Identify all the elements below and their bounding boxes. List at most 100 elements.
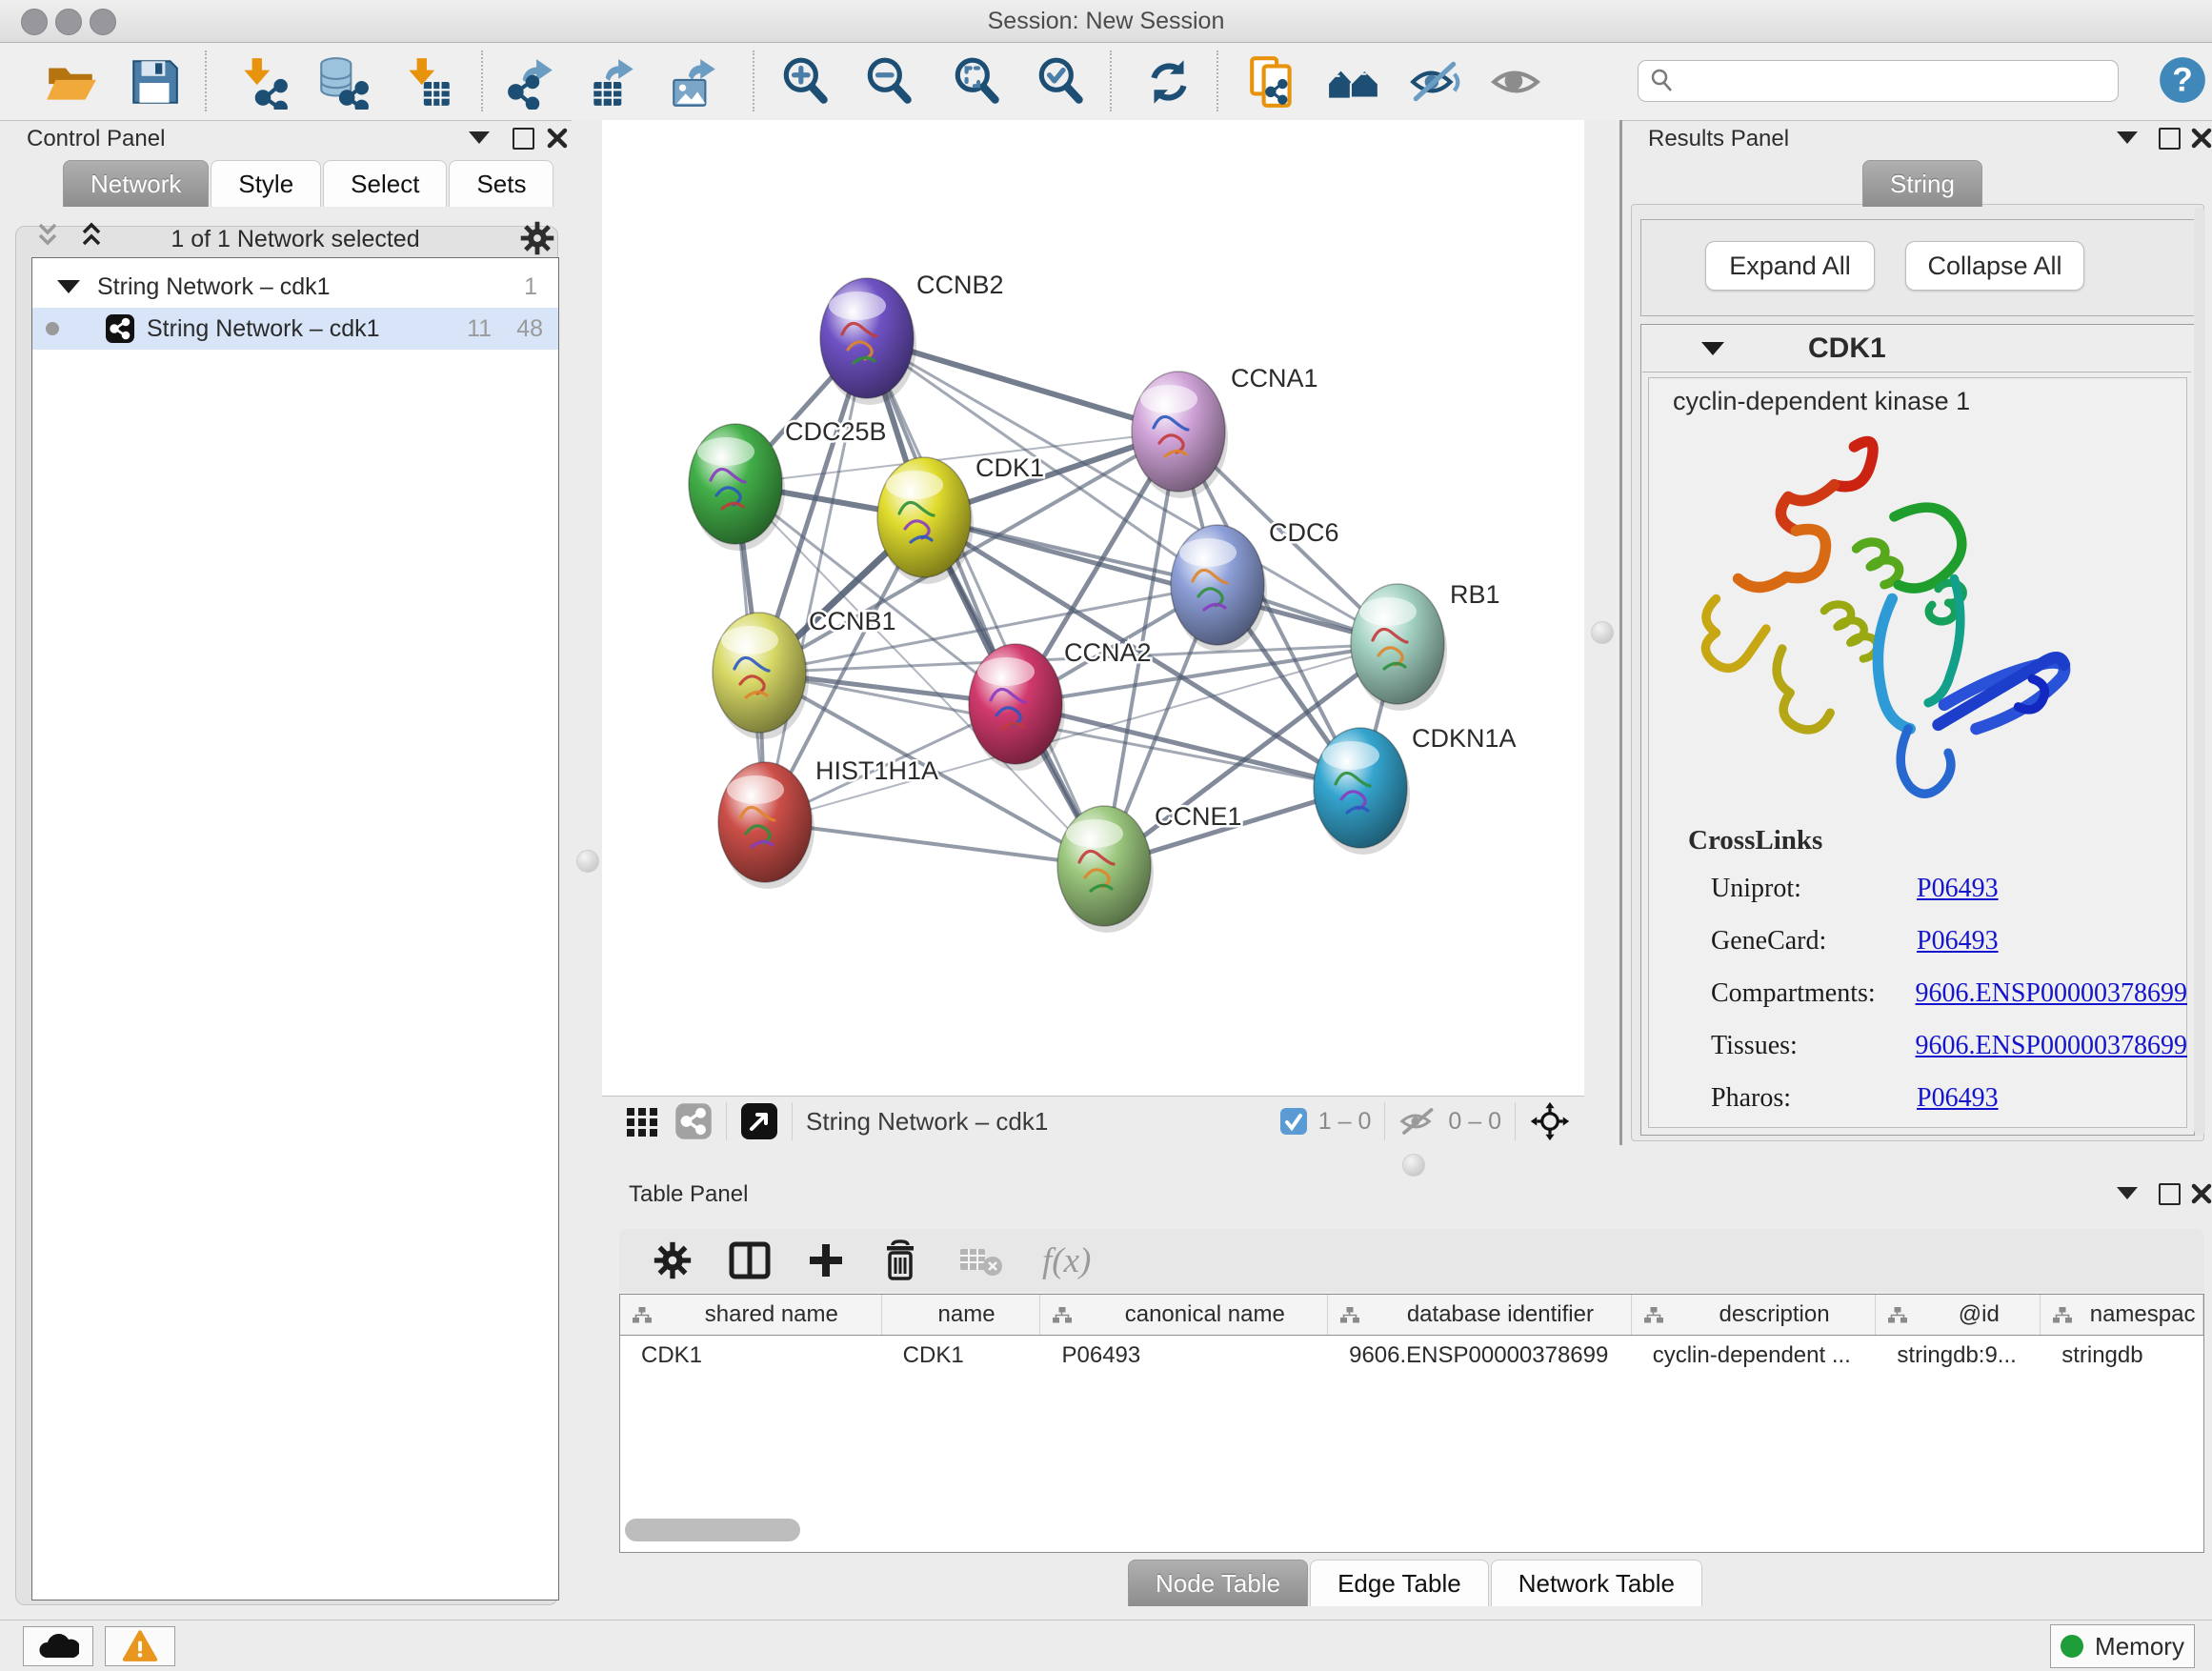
import-table-file-icon[interactable]: [400, 54, 455, 110]
open-session-icon[interactable]: [43, 54, 98, 110]
export-table-icon[interactable]: [586, 54, 641, 110]
network-node-CCNB2[interactable]: [820, 278, 916, 405]
table-panel-float-icon[interactable]: [2159, 1183, 2181, 1205]
horizontal-splitter-handle[interactable]: [1402, 1154, 1425, 1177]
memory-button[interactable]: Memory: [2050, 1624, 2195, 1668]
add-column-icon[interactable]: [806, 1240, 846, 1280]
refresh-icon[interactable]: [1141, 54, 1196, 110]
selected-checkbox-icon[interactable]: [1278, 1106, 1309, 1137]
gene-entry-header[interactable]: CDK1: [1642, 326, 2191, 372]
right-splitter[interactable]: [1584, 120, 1619, 1096]
help-icon[interactable]: ?: [2155, 52, 2210, 108]
results-panel-close-icon[interactable]: [2191, 128, 2212, 149]
tree-expand-icon[interactable]: [57, 280, 80, 293]
crosslink-link[interactable]: P06493: [1917, 874, 1999, 904]
string-document-icon[interactable]: [1246, 54, 1301, 110]
grid-view-icon[interactable]: [623, 1102, 661, 1140]
table-cell[interactable]: CDK1: [882, 1336, 1041, 1376]
zoom-fit-icon[interactable]: [950, 54, 1005, 110]
network-node-CDC6[interactable]: [1171, 525, 1267, 652]
show-panel-eye-icon[interactable]: [1488, 54, 1543, 110]
network-canvas[interactable]: CCNB2CCNA1CDC25BCDK1CDC6RB1CCNB1CCNA2CDK…: [602, 120, 1584, 1096]
collapse-all-chevron-icon[interactable]: [36, 221, 76, 250]
tab-node-table[interactable]: Node Table: [1128, 1560, 1308, 1606]
column-header-database-identifier[interactable]: database identifier: [1328, 1295, 1632, 1335]
tab-edge-table[interactable]: Edge Table: [1310, 1560, 1489, 1606]
node-table[interactable]: shared namenamecanonical namedatabase id…: [619, 1294, 2204, 1553]
network-node-CCNB1[interactable]: [713, 613, 809, 739]
network-collection-row[interactable]: String Network – cdk1 1: [32, 266, 558, 308]
tab-network[interactable]: Network: [63, 160, 209, 207]
warning-status-button[interactable]: [105, 1626, 175, 1666]
function-builder-icon[interactable]: f(x): [1042, 1240, 1091, 1281]
column-header-description[interactable]: description: [1632, 1295, 1877, 1335]
network-node-CCNE1[interactable]: [1057, 806, 1154, 933]
network-row-selected[interactable]: String Network – cdk1 11 48: [32, 308, 558, 350]
control-panel-float-icon[interactable]: [513, 128, 534, 150]
cloud-status-button[interactable]: [23, 1626, 93, 1666]
right-splitter-handle[interactable]: [1591, 621, 1614, 644]
control-panel-close-icon[interactable]: [547, 128, 568, 149]
table-panel-collapse-icon[interactable]: [2117, 1187, 2138, 1199]
control-panel-collapse-icon[interactable]: [469, 131, 490, 144]
table-cell[interactable]: P06493: [1040, 1336, 1328, 1376]
table-cell[interactable]: stringdb: [2041, 1336, 2203, 1376]
collapse-all-button[interactable]: Collapse All: [1905, 241, 2084, 291]
results-panel-float-icon[interactable]: [2159, 128, 2181, 150]
table-horizontal-scrollbar[interactable]: [625, 1519, 800, 1541]
network-node-RB1[interactable]: [1351, 584, 1447, 711]
search-box[interactable]: [1638, 60, 2119, 102]
network-node-CDKN1A[interactable]: [1314, 728, 1410, 855]
network-node-CCNA1[interactable]: [1132, 372, 1228, 498]
import-network-database-icon[interactable]: [314, 54, 370, 110]
table-cell[interactable]: stringdb:9...: [1876, 1336, 2041, 1376]
hide-panel-eye-slash-icon[interactable]: [1408, 54, 1463, 110]
tab-style[interactable]: Style: [211, 160, 321, 207]
delete-column-trash-icon[interactable]: [880, 1239, 920, 1281]
detach-view-icon[interactable]: [740, 1102, 778, 1140]
expand-all-chevron-icon[interactable]: [80, 221, 120, 250]
tab-string[interactable]: String: [1862, 160, 1982, 207]
save-session-icon[interactable]: [127, 54, 182, 110]
table-cell[interactable]: cyclin-dependent ...: [1632, 1336, 1877, 1376]
table-header-row[interactable]: shared namenamecanonical namedatabase id…: [620, 1295, 2203, 1336]
crosslink-link[interactable]: P06493: [1917, 1083, 1999, 1114]
network-node-CCNA2[interactable]: [969, 644, 1065, 771]
zoom-in-icon[interactable]: [778, 54, 834, 110]
table-cell[interactable]: CDK1: [620, 1336, 882, 1376]
search-input[interactable]: [1677, 67, 2100, 95]
column-header-namespac[interactable]: namespac: [2041, 1295, 2203, 1335]
tab-sets[interactable]: Sets: [449, 160, 553, 207]
table-row[interactable]: CDK1CDK1P064939606.ENSP00000378699cyclin…: [620, 1336, 2203, 1376]
home-networks-icon[interactable]: [1326, 54, 1381, 110]
column-header-@id[interactable]: @id: [1876, 1295, 2041, 1335]
crosslink-link[interactable]: 9606.ENSP00000378699: [1916, 1031, 2187, 1061]
export-network-icon[interactable]: [505, 54, 560, 110]
tab-network-table[interactable]: Network Table: [1491, 1560, 1702, 1606]
import-network-file-icon[interactable]: [235, 54, 291, 110]
delete-table-icon[interactable]: [958, 1243, 1004, 1278]
table-panel-close-icon[interactable]: [2191, 1183, 2212, 1204]
results-scrollbar[interactable]: [2194, 208, 2205, 1136]
table-body[interactable]: CDK1CDK1P064939606.ENSP00000378699cyclin…: [620, 1336, 2203, 1376]
table-cell[interactable]: 9606.ENSP00000378699: [1328, 1336, 1632, 1376]
crosslink-link[interactable]: P06493: [1917, 926, 1999, 956]
network-graph[interactable]: CCNB2CCNA1CDC25BCDK1CDC6RB1CCNB1CCNA2CDK…: [602, 120, 1584, 1096]
left-splitter-handle[interactable]: [576, 850, 599, 873]
gene-collapse-icon[interactable]: [1701, 342, 1724, 355]
zoom-selected-icon[interactable]: [1034, 54, 1089, 110]
zoom-out-icon[interactable]: [862, 54, 917, 110]
left-splitter[interactable]: [572, 120, 602, 1096]
expand-all-button[interactable]: Expand All: [1705, 241, 1875, 291]
crosslink-link[interactable]: 9606.ENSP00000378699: [1916, 978, 2187, 1009]
network-node-CDK1[interactable]: [877, 457, 974, 584]
column-header-shared-name[interactable]: shared name: [620, 1295, 882, 1335]
network-view-share-icon[interactable]: [674, 1102, 713, 1140]
results-panel-collapse-icon[interactable]: [2117, 131, 2138, 144]
tab-select[interactable]: Select: [323, 160, 447, 207]
horizontal-splitter[interactable]: [602, 1145, 2212, 1183]
table-gear-icon[interactable]: [654, 1241, 692, 1279]
column-header-canonical-name[interactable]: canonical name: [1040, 1295, 1328, 1335]
gear-icon[interactable]: [520, 221, 554, 255]
show-columns-icon[interactable]: [728, 1240, 772, 1280]
